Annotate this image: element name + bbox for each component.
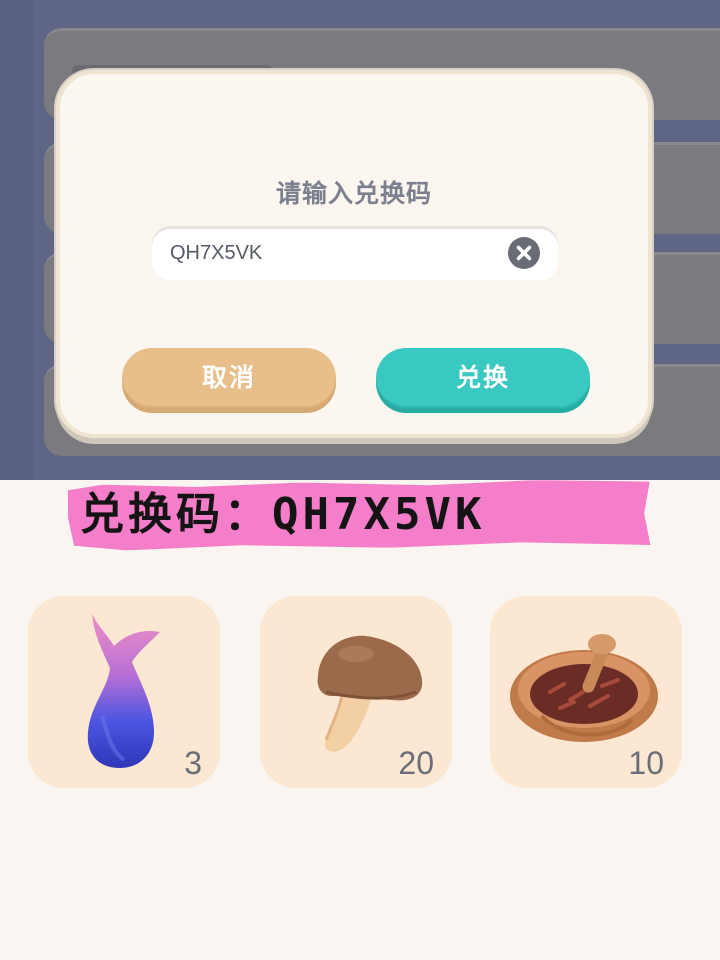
dialog-title: 请输入兑换码 (275, 179, 432, 208)
redeem-button[interactable]: 兑换 (376, 348, 590, 408)
reward-item: 20 (260, 596, 452, 788)
cancel-button[interactable]: 取消 (122, 348, 336, 408)
reward-item: 3 (28, 596, 220, 788)
redeem-code-input[interactable] (170, 226, 490, 280)
reward-count: 20 (398, 745, 434, 781)
clear-input-button[interactable] (508, 237, 540, 269)
reward-item: 10 (490, 596, 682, 788)
redeem-code-dialog: 请输入兑换码 取消 兑换 (56, 70, 652, 438)
reward-count: 3 (184, 745, 202, 781)
redeem-code-field[interactable] (152, 226, 558, 280)
redeem-code-banner: 兑换码：QH7X5VK (80, 489, 486, 540)
reward-count: 10 (628, 745, 664, 781)
close-icon (516, 245, 532, 261)
background-side-strip (0, 0, 34, 480)
